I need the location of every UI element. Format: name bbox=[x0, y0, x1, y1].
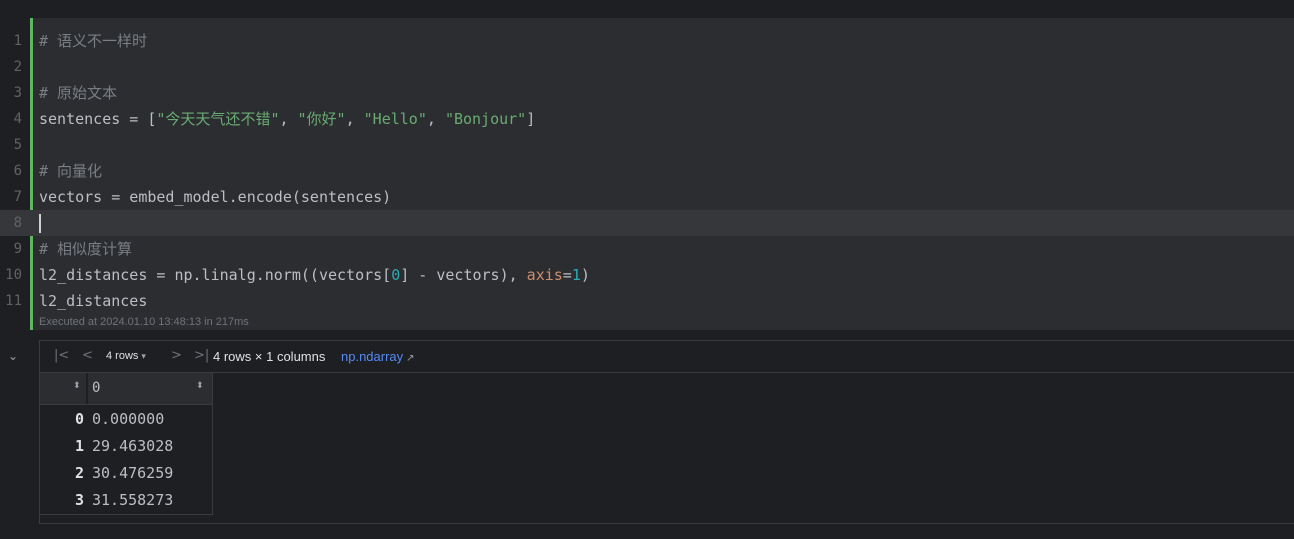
table-row[interactable]: 0 0.000000 bbox=[40, 405, 213, 432]
line-number: 5 bbox=[13, 137, 22, 153]
row-index: 1 bbox=[74, 437, 84, 455]
output-toolbar: |< < 4 rows ▾ > >| 4 rows × 1 columns np.… bbox=[40, 341, 1294, 373]
code-token: , bbox=[279, 110, 298, 128]
next-page-icon[interactable]: > bbox=[171, 348, 182, 363]
line-number: 4 bbox=[13, 111, 22, 127]
code-token: "今天天气还不错" bbox=[156, 110, 280, 128]
chevron-down-icon: ▾ bbox=[141, 351, 146, 361]
cell-value: 31.558273 bbox=[92, 491, 174, 509]
code-text: # 原始文本 bbox=[39, 80, 117, 106]
code-token: axis bbox=[526, 266, 563, 284]
code-token: "Bonjour" bbox=[444, 110, 527, 128]
table-row[interactable]: 3 31.558273 bbox=[40, 486, 213, 513]
code-token: l2_distances bbox=[39, 292, 148, 310]
code-token: # 向量化 bbox=[39, 162, 103, 180]
first-page-icon[interactable]: |< bbox=[54, 348, 69, 363]
code-token: ] bbox=[526, 110, 536, 128]
code-token: 0 bbox=[391, 266, 401, 284]
chevron-down-icon[interactable]: ⌄ bbox=[8, 349, 18, 363]
column-header[interactable]: 0 ⬍ bbox=[88, 373, 212, 404]
code-line[interactable]: 6 # 向量化 bbox=[0, 158, 1294, 184]
code-line[interactable]: 3 # 原始文本 bbox=[0, 80, 1294, 106]
line-number: 3 bbox=[13, 85, 22, 101]
code-token: , bbox=[426, 110, 445, 128]
text-cursor bbox=[39, 214, 41, 233]
rows-selector-label: 4 rows bbox=[106, 350, 139, 362]
row-index: 2 bbox=[74, 464, 84, 482]
code-token: vectors = embed_model.encode(sentences) bbox=[39, 188, 392, 206]
code-cell[interactable]: 1 # 语义不一样时 2 3 # 原始文本 4 sentences = ["今天天气还不错"… bbox=[0, 18, 1294, 330]
type-link-label: np.ndarray bbox=[341, 349, 404, 364]
table-row[interactable]: 1 29.463028 bbox=[40, 432, 213, 459]
code-line[interactable]: 8 bbox=[0, 210, 1294, 236]
code-text: # 相似度计算 bbox=[39, 236, 132, 262]
code-text: vectors = embed_model.encode(sentences) bbox=[39, 184, 391, 210]
last-page-icon[interactable]: >| bbox=[194, 348, 209, 363]
code-token: , bbox=[345, 110, 364, 128]
table-body: 0 0.000000 1 29.463028 2 30.476259 3 31.558273 bbox=[40, 405, 213, 513]
row-index: 3 bbox=[74, 491, 84, 509]
line-number: 6 bbox=[13, 163, 22, 179]
line-number: 10 bbox=[5, 267, 22, 283]
code-text: l2_distances bbox=[39, 288, 147, 314]
index-header[interactable]: ⬍ bbox=[40, 373, 87, 404]
code-line[interactable]: 1 # 语义不一样时 bbox=[0, 28, 1294, 54]
sort-icon[interactable]: ⬍ bbox=[196, 382, 204, 391]
line-number: 9 bbox=[13, 241, 22, 257]
line-number: 11 bbox=[5, 293, 22, 309]
code-token: ] - vectors), bbox=[400, 266, 527, 284]
line-number: 8 bbox=[13, 215, 22, 231]
code-text: sentences = ["今天天气还不错", "你好", "Hello", "… bbox=[39, 106, 535, 132]
output-panel: |< < 4 rows ▾ > >| 4 rows × 1 columns np.… bbox=[39, 340, 1294, 524]
external-link-icon: ↗ bbox=[406, 353, 415, 364]
code-token: "Hello" bbox=[363, 110, 427, 128]
code-line[interactable]: 5 bbox=[0, 132, 1294, 158]
code-token: ) bbox=[580, 266, 590, 284]
result-table: ⬍ 0 ⬍ 0 0.000000 1 29.463028 2 30.476259 3 31.5… bbox=[40, 373, 213, 513]
table-summary: 4 rows × 1 columns bbox=[213, 349, 326, 364]
code-line[interactable]: 4 sentences = ["今天天气还不错", "你好", "Hello", … bbox=[0, 106, 1294, 132]
cell-value: 30.476259 bbox=[92, 464, 174, 482]
code-token: 1 bbox=[571, 266, 581, 284]
code-line[interactable]: 11 l2_distances bbox=[0, 288, 1294, 314]
code-token: # 语义不一样时 bbox=[39, 32, 148, 50]
code-token: "你好" bbox=[297, 110, 346, 128]
table-header: ⬍ 0 ⬍ bbox=[40, 373, 213, 405]
row-index: 0 bbox=[74, 410, 84, 428]
prev-page-icon[interactable]: < bbox=[82, 348, 93, 363]
code-token: sentences = [ bbox=[39, 110, 157, 128]
code-token: = bbox=[562, 266, 572, 284]
column-divider bbox=[212, 373, 213, 515]
code-text: l2_distances = np.linalg.norm((vectors[0… bbox=[39, 262, 590, 288]
table-bottom-border bbox=[40, 514, 213, 515]
code-line[interactable]: 9 # 相似度计算 bbox=[0, 236, 1294, 262]
cell-value: 0.000000 bbox=[92, 410, 165, 428]
cell-value: 29.463028 bbox=[92, 437, 174, 455]
code-line[interactable]: 2 bbox=[0, 54, 1294, 80]
code-token: l2_distances = np.linalg.norm((vectors[ bbox=[39, 266, 392, 284]
code-text: # 向量化 bbox=[39, 158, 102, 184]
execution-info: Executed at 2024.01.10 13:48:13 in 217ms bbox=[39, 316, 249, 328]
code-token: # 相似度计算 bbox=[39, 240, 133, 258]
code-line[interactable]: 7 vectors = embed_model.encode(sentences) bbox=[0, 184, 1294, 210]
column-header-label: 0 bbox=[92, 380, 101, 396]
line-number: 2 bbox=[13, 59, 22, 75]
rows-selector[interactable]: 4 rows ▾ bbox=[106, 350, 146, 362]
code-line[interactable]: 10 l2_distances = np.linalg.norm((vectors… bbox=[0, 262, 1294, 288]
type-link[interactable]: np.ndarray ↗ bbox=[341, 349, 415, 364]
code-text: # 语义不一样时 bbox=[39, 28, 147, 54]
line-number: 1 bbox=[13, 33, 22, 49]
line-number: 7 bbox=[13, 189, 22, 205]
table-row[interactable]: 2 30.476259 bbox=[40, 459, 213, 486]
code-token: # 原始文本 bbox=[39, 84, 118, 102]
sort-icon[interactable]: ⬍ bbox=[73, 382, 81, 391]
